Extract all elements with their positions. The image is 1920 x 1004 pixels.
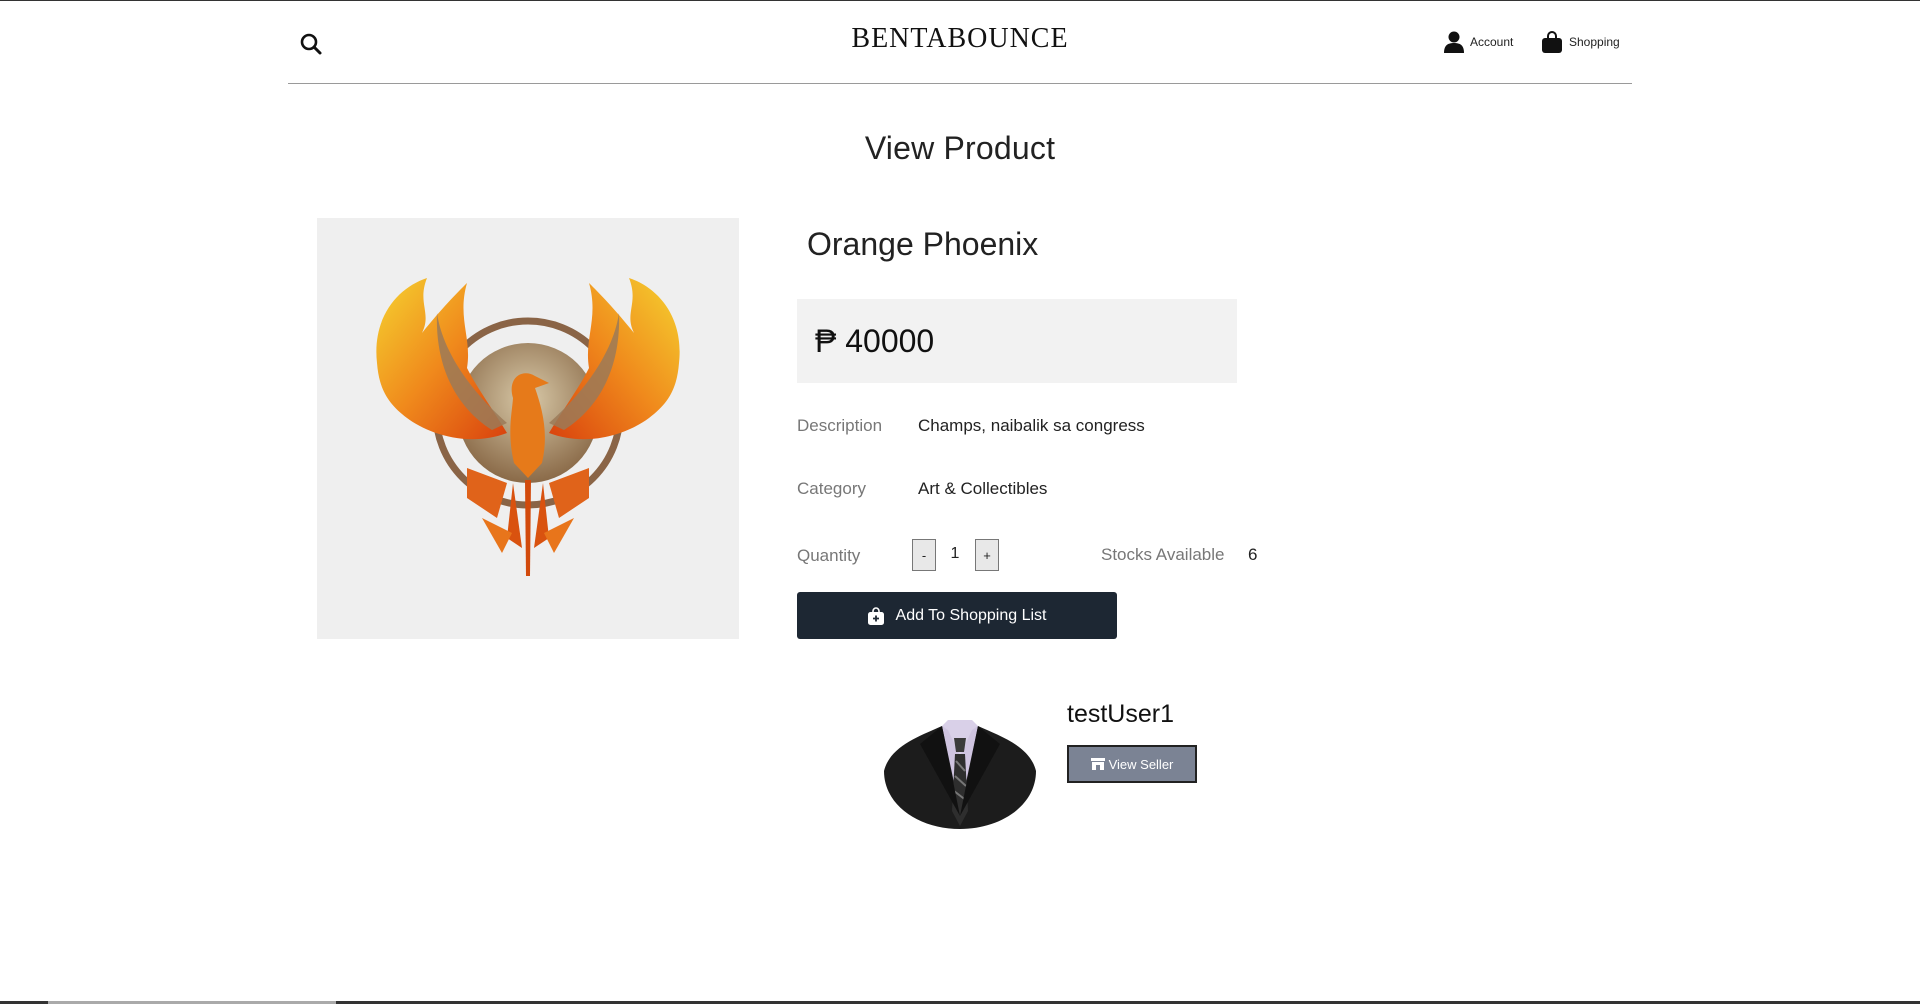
product-image — [317, 218, 739, 639]
product-name: Orange Phoenix — [807, 226, 1039, 262]
stocks-label: Stocks Available — [1101, 545, 1225, 564]
view-seller-label: View Seller — [1108, 756, 1174, 772]
quantity-decrement-button[interactable]: - — [912, 539, 936, 571]
category-value[interactable]: Art & Collectibles — [918, 479, 1047, 499]
price-box: ₱ 40000 — [797, 299, 1237, 383]
product-price: ₱ 40000 — [815, 322, 935, 359]
description-label: Description — [797, 416, 883, 435]
user-icon — [1444, 31, 1464, 53]
quantity-label: Quantity — [797, 546, 861, 565]
shopping-bag-icon — [1542, 31, 1562, 53]
brand-logo[interactable]: BENTABOUNCE — [288, 23, 1632, 55]
account-link[interactable]: Account — [1444, 31, 1513, 53]
add-button-label: Add To Shopping List — [895, 606, 1047, 624]
stocks-value: 6 — [1248, 545, 1258, 564]
account-label: Account — [1470, 35, 1514, 49]
shopping-label: Shopping — [1569, 35, 1620, 49]
shopping-link[interactable]: Shopping — [1541, 31, 1620, 53]
site-header: BENTABOUNCE Account Shopping — [288, 1, 1632, 84]
description-value: Champs, naibalik sa congress — [918, 416, 1145, 435]
suit-avatar — [884, 720, 1036, 829]
category-label: Category — [797, 479, 866, 498]
seller-name: testUser1 — [1067, 700, 1174, 728]
seller-avatar — [880, 716, 1040, 831]
add-to-shopping-list-button[interactable]: Add To Shopping List — [797, 592, 1117, 639]
phoenix-logo — [376, 278, 680, 576]
view-seller-button[interactable]: View Seller — [1067, 745, 1197, 783]
quantity-value[interactable]: 1 — [946, 545, 964, 563]
quantity-increment-button[interactable]: + — [975, 539, 999, 571]
shopping-bag-plus-icon — [867, 606, 884, 625]
store-icon — [1090, 758, 1105, 770]
page-title: View Product — [864, 130, 1056, 166]
